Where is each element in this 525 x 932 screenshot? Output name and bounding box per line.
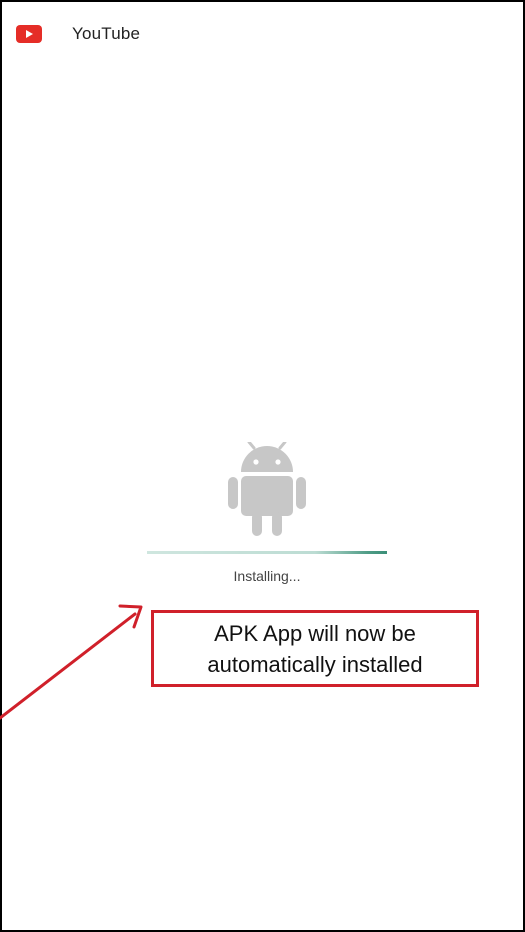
app-header: YouTube: [16, 20, 140, 48]
screen-frame: YouTube Installing...: [0, 0, 525, 932]
youtube-logo-icon: [16, 25, 42, 43]
annotation-callout-box: APK App will now be automatically instal…: [151, 610, 479, 687]
android-robot-icon: [228, 442, 306, 536]
app-title: YouTube: [72, 24, 141, 43]
install-progress-bar: [147, 551, 387, 554]
annotation-text: APK App will now be automatically instal…: [207, 620, 423, 677]
install-status-text: Installing...: [233, 568, 301, 584]
install-progress-fill: [147, 551, 387, 554]
